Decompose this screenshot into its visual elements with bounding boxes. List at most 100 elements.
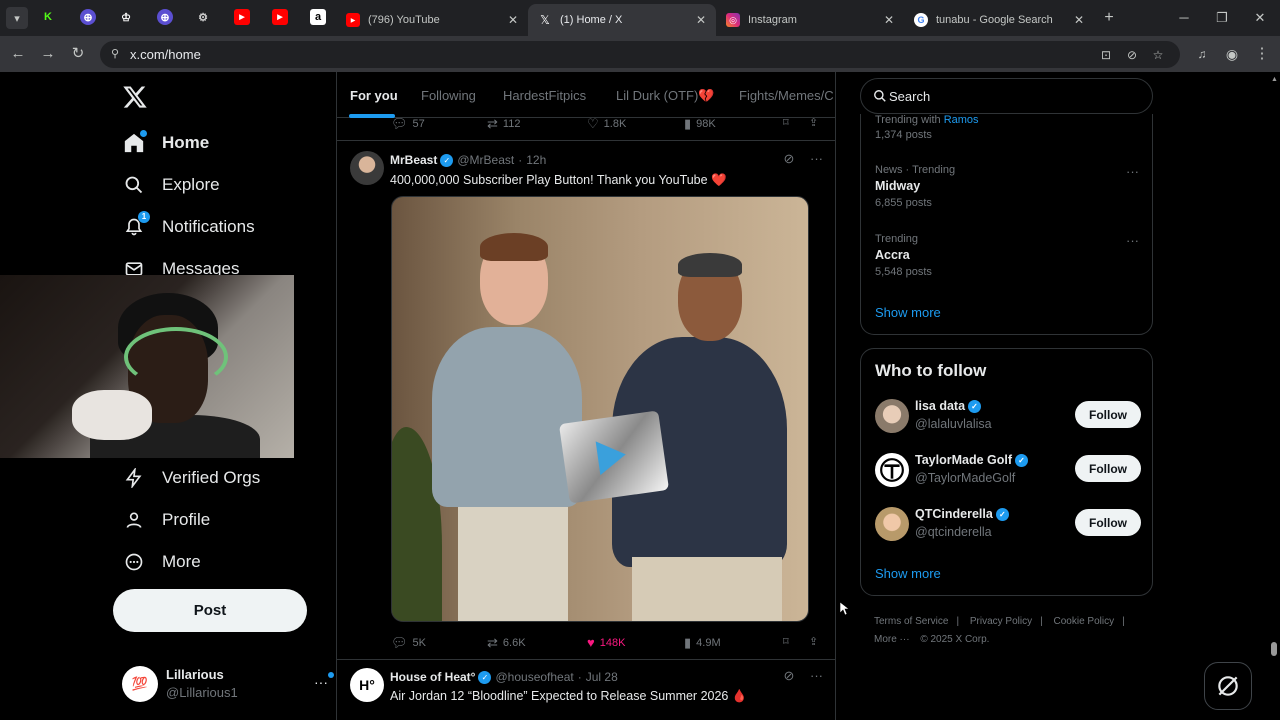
more-horizontal-icon[interactable]: ··· [810,151,823,166]
who-to-follow-show-more[interactable]: Show more [875,566,941,581]
views-button[interactable]: ▮ 4.9M [684,635,721,651]
footer-link-terms[interactable]: Terms of Service [874,616,948,627]
tweet[interactable]: MrBeast ✓ @MrBeast · 12h ⊘ ··· 400,000,0… [337,141,835,720]
tab-for-you[interactable]: For you [350,88,398,103]
avatar[interactable] [875,399,909,433]
tab-hardestfitpics[interactable]: HardestFitpics [503,88,586,103]
tab-x-home[interactable]: 𝕏 (1) Home / X ✕ [528,4,716,36]
reload-icon[interactable]: ↻ [68,44,88,64]
footer-more[interactable]: More ··· [874,634,910,645]
more-horizontal-icon[interactable]: ··· [1126,164,1139,179]
like-button[interactable]: ♥ 148K [587,635,625,650]
avatar[interactable] [875,453,909,487]
back-icon[interactable]: ← [8,44,28,64]
search-input[interactable]: Search [860,78,1153,114]
avatar[interactable] [875,507,909,541]
install-app-icon[interactable]: ⊡ [1098,47,1114,63]
like-button[interactable]: ♡ 1.8K [587,116,626,132]
scroll-up-icon[interactable]: ▲ [1271,76,1278,83]
new-tab-icon[interactable]: + [1099,8,1119,28]
follow-suggestion[interactable]: QTCinderella ✓ @qtcinderella Follow [875,505,1141,545]
url-text[interactable]: x.com/home [130,47,201,62]
trend-item[interactable]: News · Trending Midway 6,855 posts ··· [875,164,1139,209]
scrollbar-thumb[interactable] [1271,642,1277,656]
tab-fights-memes[interactable]: Fights/Memes/C [739,88,834,103]
retweet-button[interactable]: ⇄ 6.6K [487,635,526,651]
follow-suggestion[interactable]: lisa data ✓ @lalaluvlalisa Follow [875,397,1141,437]
author-handle[interactable]: @houseofheat [495,670,573,684]
minimize-icon[interactable]: ─ [1174,8,1194,28]
account-name[interactable]: lisa data [915,399,965,413]
pinned-tab-icon[interactable]: ⊕ [157,9,173,25]
bookmark-icon[interactable]: ⌑ [783,635,789,648]
page-scrollbar[interactable]: ▲ [1268,72,1280,720]
eye-off-icon[interactable]: ⊘ [1124,47,1140,63]
close-tab-icon[interactable]: ✕ [884,13,894,27]
avatar[interactable] [350,151,384,185]
follow-button[interactable]: Follow [1075,509,1141,536]
footer-link-privacy[interactable]: Privacy Policy [970,616,1032,627]
more-horizontal-icon[interactable]: ··· [1126,233,1139,248]
follow-button[interactable]: Follow [1075,455,1141,482]
follow-suggestion[interactable]: TaylorMade Golf ✓ @TaylorMadeGolf Follow [875,451,1141,491]
tweet[interactable]: H° House of Heat° ✓ @houseofheat · Jul 2… [337,660,835,720]
grok-icon[interactable]: ⊘ [783,151,794,166]
trending-show-more[interactable]: Show more [875,305,941,320]
grok-button[interactable] [1204,662,1252,710]
profile-icon[interactable]: ◉ [1222,44,1242,64]
nav-home[interactable]: Home [122,129,209,157]
forward-icon[interactable]: → [38,44,58,64]
close-tab-icon[interactable]: ✕ [696,13,706,27]
views-button[interactable]: ▮ 98K [684,116,716,132]
tweet-image[interactable] [391,196,809,622]
restore-icon[interactable]: ❐ [1212,8,1232,28]
pinned-tab-youtube-icon[interactable]: ▶ [234,9,250,25]
nav-profile[interactable]: Profile [122,506,210,534]
share-icon[interactable]: ⇪ [809,635,818,648]
close-tab-icon[interactable]: ✕ [508,13,518,27]
close-tab-icon[interactable]: ✕ [1074,13,1084,27]
tweet-time[interactable]: 12h [526,153,546,167]
trend-item[interactable]: Trending Accra 5,548 posts ··· [875,233,1139,278]
browser-menu-icon[interactable]: ⋮ [1252,44,1272,64]
account-name[interactable]: QTCinderella [915,507,993,521]
avatar[interactable]: H° [350,668,384,702]
tweet-time[interactable]: Jul 28 [586,670,618,684]
nav-more[interactable]: More [122,548,201,576]
reply-button[interactable]: 💬︎ 57 [391,116,425,132]
account-name[interactable]: TaylorMade Golf [915,453,1012,467]
pinned-tab-youtube-icon[interactable]: ▶ [272,9,288,25]
tab-youtube[interactable]: ▶ (796) YouTube ✕ [336,4,528,36]
pinned-tab-icon[interactable]: ♔ [118,9,134,25]
author-name[interactable]: House of Heat° [390,670,475,684]
site-info-icon[interactable]: ⚲ [108,47,122,61]
address-bar[interactable]: ⚲ x.com/home ⊡ ⊘ ☆ [100,41,1180,68]
retweet-button[interactable]: ⇄ 112 [487,116,520,132]
close-window-icon[interactable]: ✕ [1250,8,1270,28]
tab-following[interactable]: Following [421,88,476,103]
grok-icon[interactable]: ⊘ [783,668,794,683]
nav-verified-orgs[interactable]: Verified Orgs [122,464,260,492]
post-button[interactable]: Post [113,589,307,632]
pinned-tab-kick-icon[interactable]: K [40,9,56,25]
trend-link[interactable]: Ramos [944,114,979,126]
x-logo-icon[interactable] [122,84,148,110]
pinned-tab-amazon-icon[interactable]: a [310,9,326,25]
footer-link-cookies[interactable]: Cookie Policy [1054,616,1115,627]
author-name[interactable]: MrBeast [390,153,437,167]
pinned-tab-chatgpt-icon[interactable]: ⚙ [195,9,211,25]
reply-button[interactable]: 💬︎ 5K [391,635,426,651]
tab-lil-durk[interactable]: Lil Durk (OTF)💔 [616,88,715,104]
nav-notifications[interactable]: 1 Notifications [122,211,255,241]
pinned-tab-icon[interactable]: ⊕ [80,9,96,25]
account-switcher[interactable]: 💯 Lillarious @Lillarious1 ··· [122,664,334,704]
more-horizontal-icon[interactable]: ··· [810,668,823,683]
tab-search-button[interactable]: ▾ [6,7,28,29]
media-control-icon[interactable]: ♫ [1192,44,1212,64]
bookmark-star-icon[interactable]: ☆ [1150,47,1166,63]
nav-explore[interactable]: Explore [122,171,220,199]
follow-button[interactable]: Follow [1075,401,1141,428]
trend-item[interactable]: Trending with Ramos 1,374 posts [875,114,1139,141]
tab-google[interactable]: G tunabu - Google Search ✕ [904,4,1094,36]
tab-instagram[interactable]: ◎ Instagram ✕ [716,4,904,36]
